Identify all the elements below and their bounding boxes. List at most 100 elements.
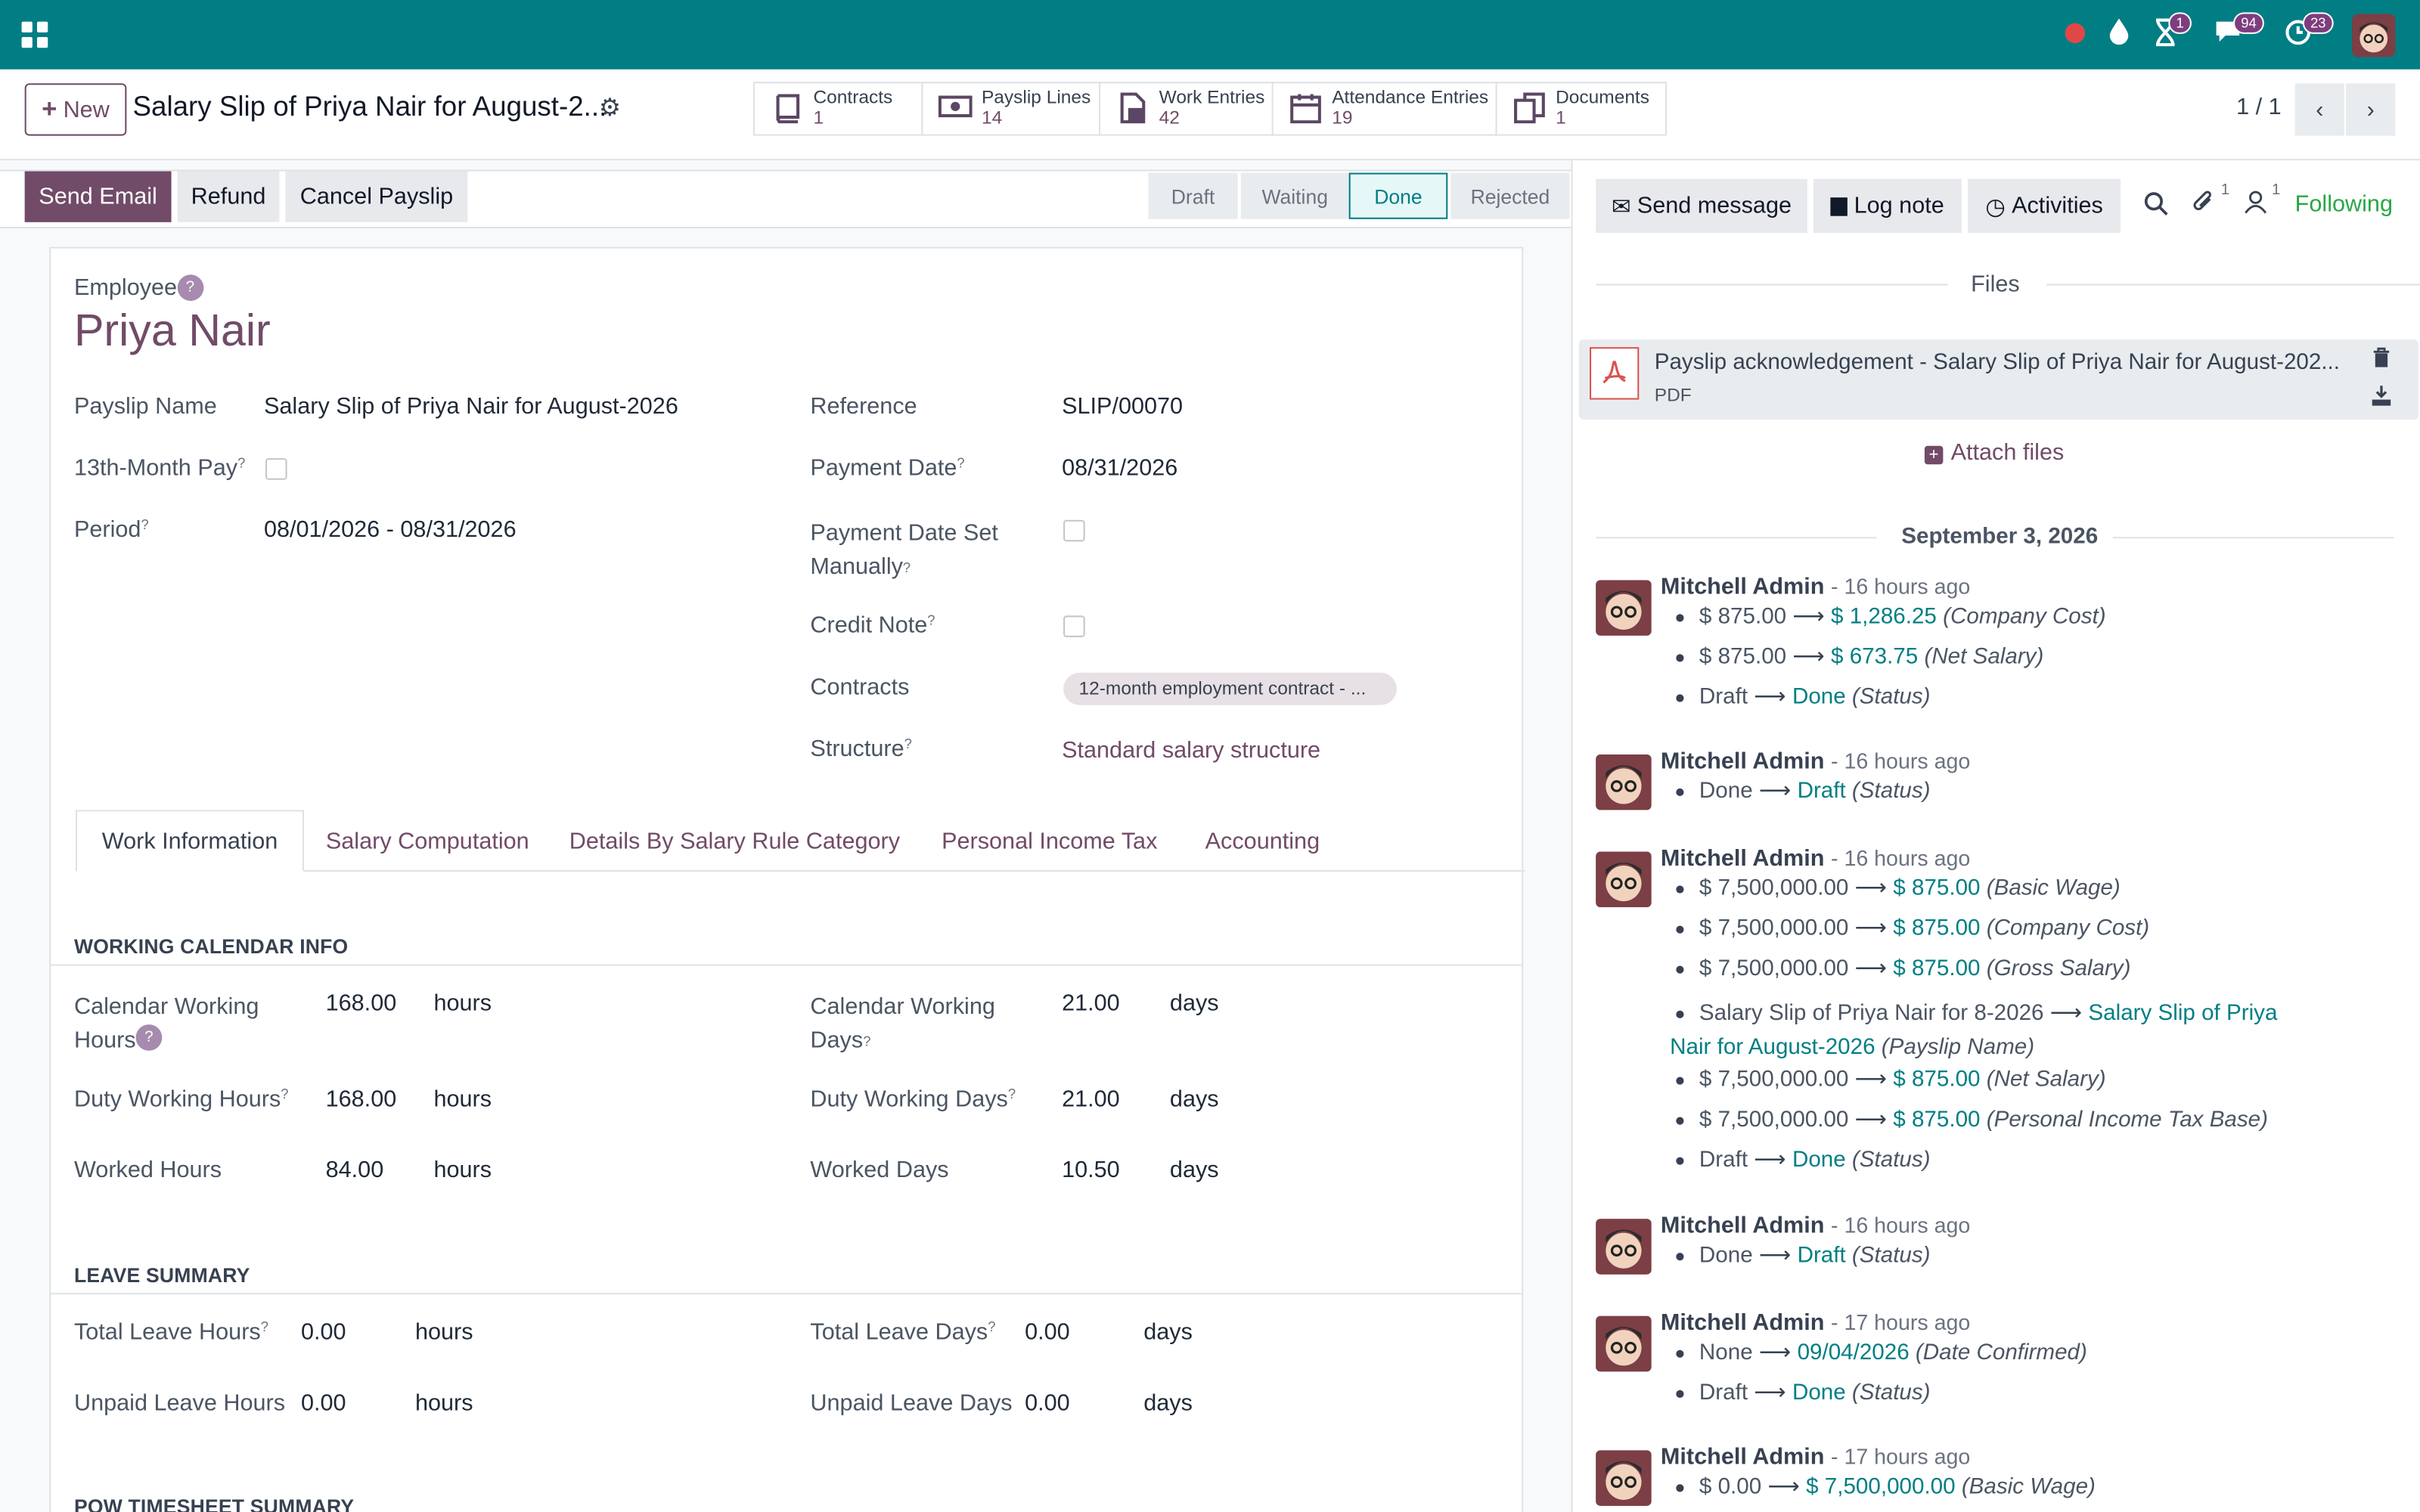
old-value: $ 7,500,000.00 <box>1699 876 1849 901</box>
search-icon[interactable] <box>2144 191 2169 221</box>
author-name[interactable]: Mitchell Admin <box>1661 1444 1825 1470</box>
duty-working-hours-value[interactable]: 168.00 <box>326 1086 397 1113</box>
smart-button-documents[interactable]: Documents 1 <box>1495 82 1668 136</box>
total-leave-hours-value[interactable]: 0.00 <box>301 1319 346 1346</box>
author-avatar[interactable] <box>1596 851 1652 907</box>
pdf-icon <box>1590 347 1640 400</box>
author-avatar[interactable] <box>1596 1315 1652 1372</box>
new-button[interactable]: + New <box>24 83 127 136</box>
structure-link[interactable]: Standard salary structure <box>1062 738 1320 764</box>
arrow-right-icon: ⟶ <box>2049 1001 2083 1027</box>
status-rejected[interactable]: Rejected <box>1450 172 1570 219</box>
following-button[interactable]: Following <box>2295 191 2393 218</box>
tab-salary-computation[interactable]: Salary Computation <box>304 810 551 872</box>
author-name[interactable]: Mitchell Admin <box>1661 1310 1825 1337</box>
payment-date-field[interactable]: 08/31/2026 <box>1062 455 1177 482</box>
credit-note-checkbox[interactable] <box>1063 615 1085 637</box>
pager-value[interactable]: 1 / 1 <box>2236 94 2282 120</box>
unpaid-leave-days-value[interactable]: 0.00 <box>1025 1390 1070 1417</box>
chevron-right-icon[interactable]: › <box>2346 83 2396 136</box>
author-name[interactable]: Mitchell Admin <box>1661 574 1825 600</box>
field-name: (Company Cost) <box>1943 604 2106 630</box>
new-value: Salary Slip of Priya <box>2088 1001 2278 1027</box>
author-name[interactable]: Mitchell Admin <box>1661 748 1825 775</box>
attachment-card[interactable]: Payslip acknowledgement - Salary Slip of… <box>1578 339 2418 420</box>
author-name[interactable]: Mitchell Admin <box>1661 1213 1825 1239</box>
smart-button-work-entries[interactable]: Work Entries 42 <box>1099 82 1274 136</box>
message-time: - 17 hours ago <box>1830 1309 1971 1335</box>
structure-label: Structure? <box>810 736 912 763</box>
hours-unit: hours <box>433 1157 492 1184</box>
author-avatar[interactable] <box>1596 1450 1652 1506</box>
tab-accounting[interactable]: Accounting <box>1181 810 1344 872</box>
send-email-button[interactable]: Send Email <box>24 171 172 222</box>
smart-button-attendance-entries[interactable]: Attendance Entries 19 <box>1271 82 1497 136</box>
help-icon[interactable]: ? <box>135 1024 163 1051</box>
old-value: None <box>1699 1340 1753 1366</box>
leave-summary-title: LEAVE SUMMARY <box>73 1263 250 1287</box>
message-author: Mitchell Admin - 16 hours ago <box>1661 1213 1970 1239</box>
activities-button[interactable]: ◷ Activities <box>1968 178 2121 234</box>
tracking-change: $ 7,500,000.00 ⟶ $ 875.00 (Personal Inco… <box>1676 1108 2268 1132</box>
trash-icon[interactable] <box>2372 347 2391 372</box>
tab-personal-income-tax[interactable]: Personal Income Tax <box>918 810 1181 872</box>
recording-dot-icon[interactable] <box>2065 23 2086 44</box>
tracking-change: Draft ⟶ Done (Status) <box>1676 1381 1931 1405</box>
new-value: Done <box>1792 1148 1846 1173</box>
divider <box>1596 284 1948 286</box>
calendar-working-days-value[interactable]: 21.00 <box>1062 990 1120 1017</box>
thirteenth-month-checkbox[interactable] <box>265 458 287 480</box>
followers-count: 1 <box>2272 181 2281 200</box>
log-note-button[interactable]: Log note <box>1813 178 1962 234</box>
date-separator: September 3, 2026 <box>1901 524 2099 550</box>
payslip-name-field[interactable]: Salary Slip of Priya Nair for August-202… <box>264 393 678 420</box>
book-icon <box>770 92 804 126</box>
calendar-working-hours-value[interactable]: 168.00 <box>326 990 397 1017</box>
activity-icon[interactable]: 1 <box>2155 12 2192 52</box>
plus-icon: + <box>42 94 57 124</box>
send-message-button[interactable]: ✉ Send message <box>1596 178 1807 234</box>
clock-icon[interactable]: 23 <box>2284 12 2334 52</box>
total-leave-days-value[interactable]: 0.00 <box>1025 1319 1070 1346</box>
message-author: Mitchell Admin - 16 hours ago <box>1661 574 1970 600</box>
payment-date-manual-checkbox[interactable] <box>1063 519 1085 542</box>
worked-hours-value[interactable]: 84.00 <box>326 1157 384 1184</box>
author-avatar[interactable] <box>1596 754 1652 810</box>
arrow-right-icon: ⟶ <box>1854 956 1888 981</box>
days-unit: days <box>1169 1086 1219 1113</box>
author-avatar[interactable] <box>1596 580 1652 636</box>
author-avatar[interactable] <box>1596 1219 1652 1275</box>
tab-details-by-salary-rule-category[interactable]: Details By Salary Rule Category <box>551 810 919 872</box>
messages-icon[interactable]: 94 <box>2214 12 2264 51</box>
download-icon[interactable] <box>2371 384 2393 411</box>
smart-button-contracts[interactable]: Contracts 1 <box>752 82 923 136</box>
status-waiting[interactable]: Waiting <box>1240 172 1349 219</box>
worked-days-value[interactable]: 10.50 <box>1062 1157 1120 1184</box>
help-icon[interactable]: ? <box>177 274 203 301</box>
field-name: (Basic Wage) <box>1986 876 2121 901</box>
paperclip-icon[interactable] <box>2192 188 2217 221</box>
unpaid-leave-hours-value[interactable]: 0.00 <box>301 1390 346 1417</box>
reference-field[interactable]: SLIP/00070 <box>1062 393 1183 420</box>
employee-name[interactable]: Priya Nair <box>74 307 271 358</box>
apps-menu-icon[interactable] <box>21 21 48 48</box>
attach-files-button[interactable]: + Attach files <box>1924 440 2064 466</box>
author-name[interactable]: Mitchell Admin <box>1661 845 1825 872</box>
chevron-left-icon[interactable]: ‹ <box>2294 83 2344 136</box>
gear-icon[interactable]: ⚙ <box>599 92 621 123</box>
duty-working-days-value[interactable]: 21.00 <box>1062 1086 1120 1113</box>
cancel-payslip-button[interactable]: Cancel Payslip <box>285 171 468 222</box>
contract-tag[interactable]: 12-month employment contract - ... <box>1063 672 1397 705</box>
user-avatar[interactable] <box>2352 14 2396 57</box>
status-draft[interactable]: Draft <box>1148 172 1238 219</box>
smart-button-payslip-lines[interactable]: Payslip Lines 14 <box>921 82 1101 136</box>
period-field[interactable]: 08/01/2026 - 08/31/2026 <box>264 517 517 544</box>
reference-label: Reference <box>810 393 917 420</box>
total-leave-hours-label: Total Leave Hours? <box>73 1318 268 1346</box>
drop-icon[interactable] <box>2108 17 2130 51</box>
unpaid-leave-days-label: Unpaid Leave Days <box>810 1390 1013 1417</box>
followers-icon[interactable] <box>2244 190 2267 219</box>
tab-work-information[interactable]: Work Information <box>75 810 305 872</box>
status-done[interactable]: Done <box>1348 172 1448 219</box>
refund-button[interactable]: Refund <box>177 171 280 222</box>
